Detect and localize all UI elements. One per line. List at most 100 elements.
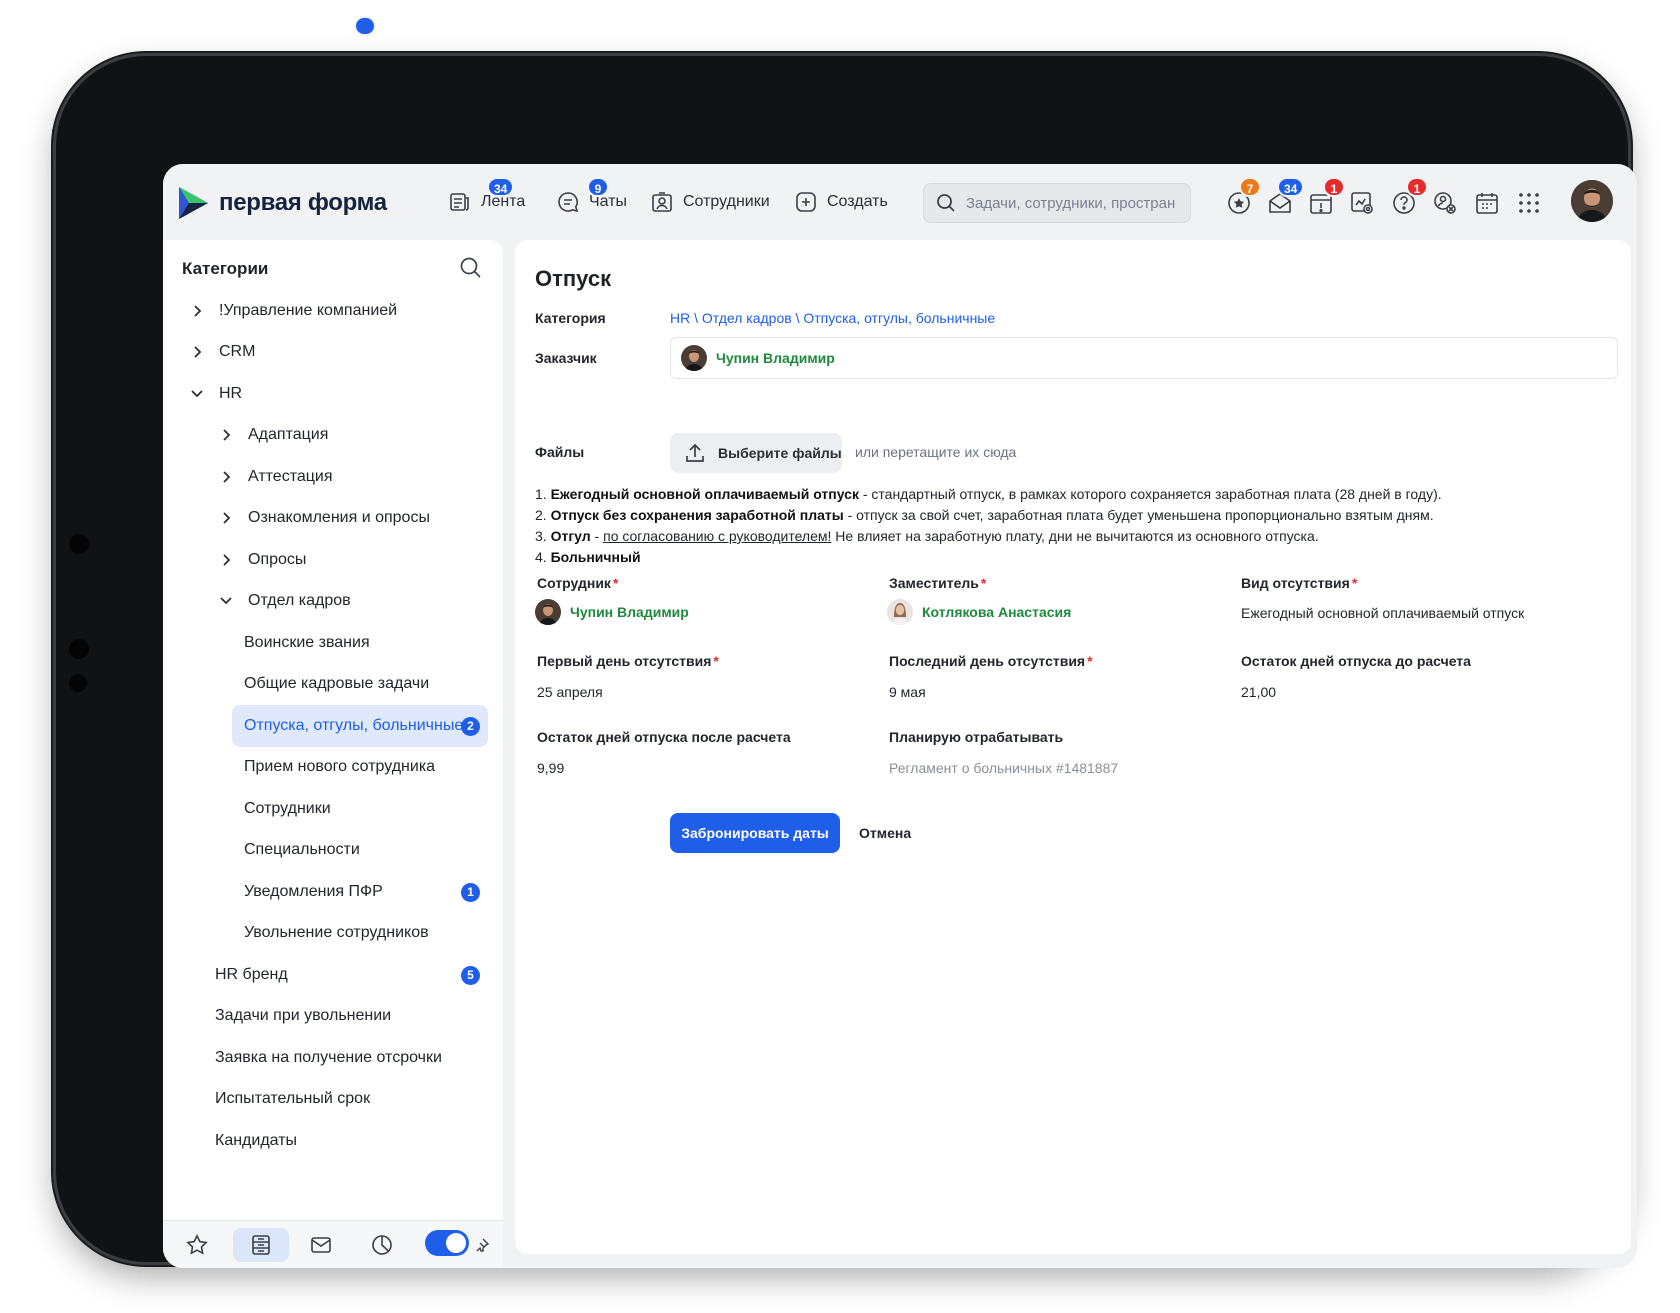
- sidebar-item-vacations[interactable]: Отпуска, отгулы, больничные 2: [232, 705, 488, 747]
- favorites-star-icon[interactable]: [179, 1228, 215, 1262]
- sidebar-item-label: Увольнение сотрудников: [244, 924, 429, 941]
- customer-label: Заказчик: [535, 350, 597, 366]
- camera-sensor: [69, 639, 89, 659]
- help-badge: 1: [1406, 177, 1428, 197]
- camera-lens: [69, 534, 89, 554]
- tablet-frame: первая форма Лента 34 Чаты 9 Сотрудники …: [56, 16, 1637, 1268]
- nav-create[interactable]: Создать: [793, 164, 888, 240]
- absence-type-value[interactable]: Ежегодный основной оплачиваемый отпуск: [1241, 605, 1524, 621]
- sidebar-item-general-tasks[interactable]: Общие кадровые задачи: [244, 663, 488, 705]
- sidebar-item-label: Кандидаты: [215, 1132, 298, 1149]
- sidebar-item-pfr[interactable]: Уведомления ПФР 1: [244, 871, 488, 913]
- plus-icon: [793, 189, 819, 215]
- sidebar-item-hr-brand[interactable]: HR бренд 5: [215, 954, 488, 996]
- sidebar-item-crm[interactable]: CRM: [189, 331, 489, 373]
- last-day-label: Последний день отсутствия *: [889, 653, 1093, 669]
- category-breadcrumb-link[interactable]: HR \ Отдел кадров \ Отпуска, отгулы, бол…: [670, 310, 995, 326]
- sidebar-item-polls[interactable]: Опросы: [218, 539, 488, 581]
- book-dates-button[interactable]: Забронировать даты: [670, 813, 840, 853]
- nav-feed[interactable]: Лента: [354, 16, 525, 240]
- sidebar-item-company[interactable]: !Управление компанией: [189, 290, 489, 332]
- sidebar-item-label: Специальности: [244, 841, 360, 858]
- chevron-right-icon: [189, 344, 205, 360]
- customer-person[interactable]: Чупин Владимир: [681, 345, 835, 371]
- sidebar-item-dismissal[interactable]: Увольнение сотрудников: [244, 912, 488, 954]
- absence-rules: 1. Ежегодный основной оплачиваемый отпус…: [535, 484, 1615, 568]
- chat-icon: [555, 189, 581, 215]
- chevron-down-icon: [189, 386, 205, 402]
- nav-chats[interactable]: Чаты: [555, 164, 627, 240]
- chevron-right-icon: [218, 510, 234, 526]
- sidebar-item-label: Сотрудники: [244, 800, 331, 817]
- alert-badge: 1: [1323, 177, 1345, 197]
- toggle-knob: [446, 1233, 466, 1253]
- rule-4: 4. Больничный: [535, 549, 641, 565]
- star-badge: 7: [1239, 177, 1261, 197]
- pie-chart-icon[interactable]: [364, 1228, 400, 1262]
- sidebar-item-surveys-ack[interactable]: Ознакомления и опросы: [218, 497, 488, 539]
- sidebar-item-attestation[interactable]: Аттестация: [218, 456, 488, 498]
- sidebar-item-military-ranks[interactable]: Воинские звания: [244, 622, 488, 664]
- categories-list-icon[interactable]: [233, 1228, 289, 1262]
- vacation-form: Отпуск Категория HR \ Отдел кадров \ Отп…: [515, 240, 1631, 1254]
- deputy-name: Котлякова Анастасия: [922, 604, 1072, 620]
- logo[interactable]: первая форма: [177, 186, 387, 220]
- sidebar-item-label: Адаптация: [248, 426, 329, 443]
- nav-employees[interactable]: Сотрудники: [649, 164, 770, 240]
- brand-name: первая форма: [219, 189, 387, 216]
- cancel-button[interactable]: Отмена: [851, 813, 919, 853]
- top-bar: первая форма Лента 34 Чаты 9 Сотрудники …: [163, 16, 1637, 240]
- calendar-icon[interactable]: [1473, 189, 1501, 217]
- files-label: Файлы: [535, 444, 585, 460]
- chevron-right-icon: [218, 469, 234, 485]
- sidebar-item-label: Воинские звания: [244, 634, 370, 651]
- sidebar-item-employees[interactable]: Сотрудники: [244, 788, 488, 830]
- avatar: [887, 599, 913, 625]
- global-search[interactable]: [923, 183, 1191, 223]
- chevron-right-icon: [218, 552, 234, 568]
- last-day-value[interactable]: 9 мая: [889, 684, 926, 700]
- grid-dots-icon[interactable]: [1515, 189, 1543, 217]
- sidebar-item-probation[interactable]: Испытательный срок: [215, 1078, 488, 1120]
- camera-flash: [69, 674, 87, 692]
- balance-before-label: Остаток дней отпуска до расчета: [1241, 653, 1471, 669]
- user-avatar[interactable]: [1571, 180, 1613, 222]
- nav-employees-label: Сотрудники: [683, 193, 770, 210]
- feed-icon: [447, 189, 473, 215]
- workoff-field[interactable]: Регламент о больничных #1481887: [889, 760, 1118, 776]
- sidebar-item-adaptation[interactable]: Адаптация: [218, 414, 488, 456]
- sidebar-toggle[interactable]: [425, 1230, 469, 1256]
- first-day-label: Первый день отсутствия *: [537, 653, 719, 669]
- sidebar-item-label: Отпуска, отгулы, больничные: [244, 717, 464, 734]
- sidebar-item-label: Задачи при увольнении: [215, 1007, 392, 1024]
- gear-user-icon[interactable]: [1431, 189, 1459, 217]
- sidebar-item-label: CRM: [219, 343, 256, 360]
- sidebar-item-new-hire[interactable]: Прием нового сотрудника: [244, 746, 488, 788]
- sidebar-item-hr-dept[interactable]: Отдел кадров: [218, 580, 488, 622]
- sidebar-item-label: Испытательный срок: [215, 1090, 371, 1107]
- avatar: [681, 345, 707, 371]
- sidebar-item-deferral[interactable]: Заявка на получение отсрочки: [215, 1037, 488, 1079]
- pin-icon[interactable]: [471, 1228, 493, 1262]
- search-input[interactable]: [966, 194, 1176, 212]
- first-day-value[interactable]: 25 апреля: [537, 684, 603, 700]
- sidebar-item-dismissal-tasks[interactable]: Задачи при увольнении: [215, 995, 488, 1037]
- choose-files-button[interactable]: Выберите файлы: [670, 433, 842, 473]
- deputy-label: Заместитель *: [889, 575, 987, 591]
- balance-after-label: Остаток дней отпуска после расчета: [537, 729, 791, 745]
- sidebar-item-hr[interactable]: HR: [189, 373, 489, 415]
- sidebar-item-specialties[interactable]: Специальности: [244, 829, 488, 871]
- customer-field[interactable]: Чупин Владимир: [670, 337, 1618, 379]
- drop-hint: или перетащите их сюда: [855, 444, 1017, 460]
- sidebar-item-label: Заявка на получение отсрочки: [215, 1049, 442, 1066]
- mail-icon[interactable]: [303, 1228, 339, 1262]
- employee-person[interactable]: Чупин Владимир: [535, 599, 689, 625]
- deputy-person[interactable]: Котлякова Анастасия: [887, 599, 1071, 625]
- sidebar-item-candidates[interactable]: Кандидаты: [215, 1120, 488, 1162]
- logo-arrow-icon: [179, 187, 208, 219]
- customer-name: Чупин Владимир: [716, 350, 835, 366]
- chart-settings-icon[interactable]: [1348, 189, 1376, 217]
- chevron-right-icon: [218, 427, 234, 443]
- page-title: Отпуск: [535, 266, 612, 291]
- sidebar-search-icon[interactable]: [459, 256, 483, 285]
